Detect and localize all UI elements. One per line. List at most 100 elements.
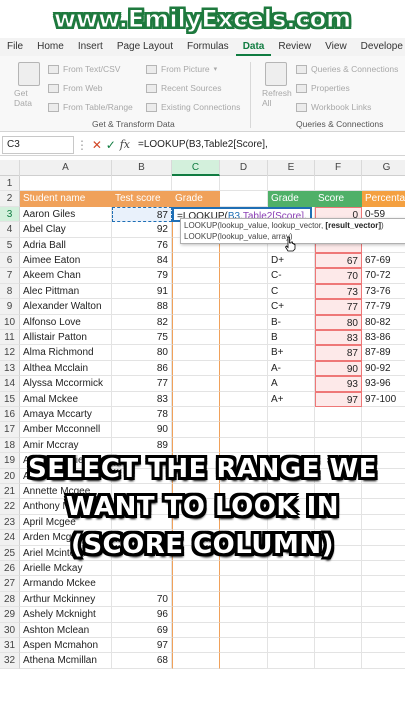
percentage-range-cell[interactable]: 77-79 <box>362 299 405 315</box>
grade-cell[interactable] <box>172 330 220 346</box>
from-text-csv-button[interactable]: From Text/CSV <box>48 64 120 74</box>
percentage-range-cell[interactable]: 67-69 <box>362 253 405 269</box>
test-score-cell[interactable]: 82 <box>112 314 172 330</box>
grade-cell[interactable] <box>172 360 220 377</box>
insert-function-icon[interactable]: fx <box>120 138 130 151</box>
student-name-cell[interactable]: Aimee Eaton <box>20 253 112 269</box>
row-header[interactable]: 11 <box>0 330 20 346</box>
student-name-cell[interactable]: Allistair Patton <box>20 330 112 346</box>
column-header-b[interactable]: B <box>112 160 172 176</box>
column-header-e[interactable]: E <box>268 160 315 176</box>
student-name-cell[interactable]: Alexander Walton <box>20 299 112 315</box>
ribbon-tab-develope[interactable]: Develope <box>354 38 405 56</box>
row-header[interactable]: 2 <box>0 191 20 207</box>
cell[interactable] <box>220 253 268 269</box>
student-name-cell[interactable]: Amaya Mccarty <box>20 407 112 423</box>
column-header-d[interactable]: D <box>220 160 268 176</box>
grade-cell[interactable] <box>172 607 220 623</box>
test-score-cell[interactable]: 68 <box>112 653 172 669</box>
lookup-grade-cell[interactable]: B+ <box>268 345 315 361</box>
cell[interactable] <box>362 653 405 669</box>
grade-cell[interactable] <box>172 391 220 407</box>
percentage-range-cell[interactable]: 80-82 <box>362 315 405 330</box>
cell[interactable] <box>112 176 172 192</box>
row-header[interactable]: 9 <box>0 299 20 315</box>
lookup-score-cell[interactable]: 93 <box>315 376 362 392</box>
student-name-cell[interactable]: Athena Mcmillan <box>20 653 112 669</box>
row-header[interactable]: 7 <box>0 268 20 284</box>
cell[interactable] <box>315 622 362 638</box>
cell[interactable] <box>362 638 405 654</box>
from-web-button[interactable]: From Web <box>48 83 103 93</box>
grade-cell[interactable] <box>172 622 220 638</box>
lookup-score-cell[interactable]: 90 <box>315 360 362 377</box>
get-data-button[interactable]: Get Data <box>14 88 32 108</box>
existing-connections-button[interactable]: Existing Connections <box>146 102 240 112</box>
test-score-cell[interactable]: 76 <box>112 237 172 253</box>
test-score-cell[interactable]: 90 <box>112 422 172 438</box>
percentage-range-cell[interactable]: 73-76 <box>362 284 405 300</box>
cell[interactable] <box>315 422 362 438</box>
row-header[interactable]: 27 <box>0 576 20 592</box>
student-name-cell[interactable]: Alfonso Love <box>20 314 112 330</box>
row-header[interactable]: 31 <box>0 638 20 654</box>
test-score-cell[interactable]: 75 <box>112 330 172 346</box>
row-header[interactable]: 8 <box>0 283 20 300</box>
lookup-score-cell[interactable]: 67 <box>315 253 362 269</box>
lookup-grade-cell[interactable]: B- <box>268 314 315 330</box>
grade-cell[interactable] <box>172 299 220 315</box>
grade-cell[interactable] <box>172 422 220 438</box>
recent-sources-button[interactable]: Recent Sources <box>146 83 221 93</box>
student-name-cell[interactable]: Alma Richmond <box>20 345 112 361</box>
cell[interactable] <box>220 176 268 192</box>
cell[interactable] <box>220 591 268 608</box>
cell[interactable] <box>315 653 362 669</box>
lookup-grade-cell[interactable]: B <box>268 330 315 346</box>
student-name-cell[interactable]: Abel Clay <box>20 222 112 238</box>
lookup-grade-cell[interactable]: C <box>268 283 315 300</box>
cell[interactable] <box>220 407 268 423</box>
student-name-cell[interactable]: Aspen Mcmahon <box>20 638 112 654</box>
test-score-cell[interactable]: 87 <box>112 206 172 223</box>
cell[interactable] <box>220 268 268 284</box>
from-picture-button[interactable]: From Picture ▾ <box>146 64 217 74</box>
cell[interactable] <box>268 653 315 669</box>
row-header[interactable]: 6 <box>0 253 20 269</box>
row-header[interactable]: 1 <box>0 176 20 192</box>
tooltip-syntax-vector[interactable]: LOOKUP(lookup_value, lookup_vector, [res… <box>184 220 402 231</box>
row-header[interactable]: 3 <box>0 206 20 223</box>
student-name-cell[interactable]: Armando Mckee <box>20 576 112 592</box>
grade-cell[interactable] <box>172 576 220 592</box>
test-score-cell[interactable] <box>112 576 172 592</box>
name-box[interactable]: C3 <box>2 135 74 154</box>
lookup-grade-cell[interactable]: A+ <box>268 391 315 407</box>
student-name-cell[interactable]: Amber Mcconnell <box>20 422 112 438</box>
cell[interactable] <box>268 176 315 192</box>
cell[interactable] <box>20 176 112 192</box>
cell[interactable] <box>268 622 315 638</box>
percentage-range-cell[interactable]: 90-92 <box>362 361 405 377</box>
cell[interactable] <box>268 638 315 654</box>
student-name-cell[interactable]: Alec Pittman <box>20 283 112 300</box>
cell[interactable] <box>220 607 268 623</box>
test-score-cell[interactable]: 69 <box>112 622 172 638</box>
cell[interactable] <box>268 422 315 438</box>
student-name-cell[interactable]: Amal Mckee <box>20 391 112 407</box>
row-header[interactable]: 13 <box>0 360 20 377</box>
cell[interactable] <box>220 330 268 346</box>
cell[interactable] <box>220 638 268 654</box>
percentage-range-cell[interactable]: 97-100 <box>362 392 405 407</box>
cell[interactable] <box>268 576 315 592</box>
row-header[interactable]: 30 <box>0 622 20 638</box>
queries-connections-button[interactable]: Queries & Connections <box>296 64 398 74</box>
cell[interactable] <box>220 345 268 361</box>
properties-button[interactable]: Properties <box>296 83 350 93</box>
cell[interactable] <box>220 622 268 638</box>
lookup-score-cell[interactable]: 80 <box>315 314 362 330</box>
cell[interactable] <box>315 638 362 654</box>
cell[interactable] <box>362 607 405 623</box>
row-header[interactable]: 32 <box>0 653 20 669</box>
cell[interactable] <box>315 591 362 608</box>
ribbon-tab-formulas[interactable]: Formulas <box>180 38 236 56</box>
cell[interactable] <box>315 576 362 592</box>
